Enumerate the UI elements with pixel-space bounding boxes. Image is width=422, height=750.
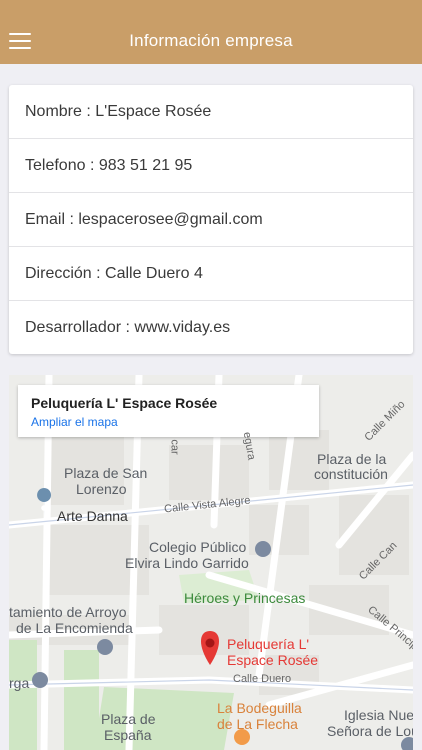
map-label: Arte Danna xyxy=(57,508,128,524)
map-label: La Bodeguilla xyxy=(217,700,302,716)
company-address-row: Dirección : Calle Duero 4 xyxy=(9,247,413,301)
map-label: de La Flecha xyxy=(217,716,298,732)
company-info-card: Nombre : L'Espace Rosée Telefono : 983 5… xyxy=(9,85,413,354)
location-map[interactable]: Peluquería L' Espace Rosée Ampliar el ma… xyxy=(9,375,413,750)
map-label: Plaza de la xyxy=(317,451,387,467)
marker-label: Peluquería L' xyxy=(227,636,310,652)
map-info-window: Peluquería L' Espace Rosée Ampliar el ma… xyxy=(18,385,319,437)
school-icon xyxy=(255,541,271,557)
map-label: de La Encomienda xyxy=(16,620,133,636)
map-label: Plaza de xyxy=(101,711,156,727)
museum-icon xyxy=(97,639,113,655)
expand-map-link[interactable]: Ampliar el mapa xyxy=(31,415,319,429)
map-label: Elvira Lindo Garrido xyxy=(125,555,249,571)
street-label: car xyxy=(168,439,181,455)
marker-label: Espace Rosée xyxy=(227,652,319,668)
city-hall-icon xyxy=(32,672,48,688)
page-title: Información empresa xyxy=(129,31,293,50)
map-label: España xyxy=(104,727,152,743)
map-label: Héroes y Princesas xyxy=(184,590,306,606)
map-label: constitución xyxy=(314,466,388,482)
map-label: Iglesia Nue xyxy=(344,707,413,723)
map-label: Lorenzo xyxy=(76,481,127,497)
map-label: Plaza de San xyxy=(64,465,148,481)
company-phone-row[interactable]: Telefono : 983 51 21 95 xyxy=(9,139,413,193)
company-developer-row[interactable]: Desarrollador : www.viday.es xyxy=(9,301,413,354)
street-label: Calle Duero xyxy=(233,673,292,685)
map-label: Señora de Lou xyxy=(327,723,413,739)
map-label: rga xyxy=(9,675,30,691)
map-info-title: Peluquería L' Espace Rosée xyxy=(31,395,218,411)
company-name-row: Nombre : L'Espace Rosée xyxy=(9,85,413,139)
company-email-row[interactable]: Email : lespacerosee@gmail.com xyxy=(9,193,413,247)
map-label: Colegio Público xyxy=(149,539,247,555)
map-label: tamiento de Arroyo xyxy=(9,604,127,620)
app-header: Información empresa xyxy=(0,0,422,64)
